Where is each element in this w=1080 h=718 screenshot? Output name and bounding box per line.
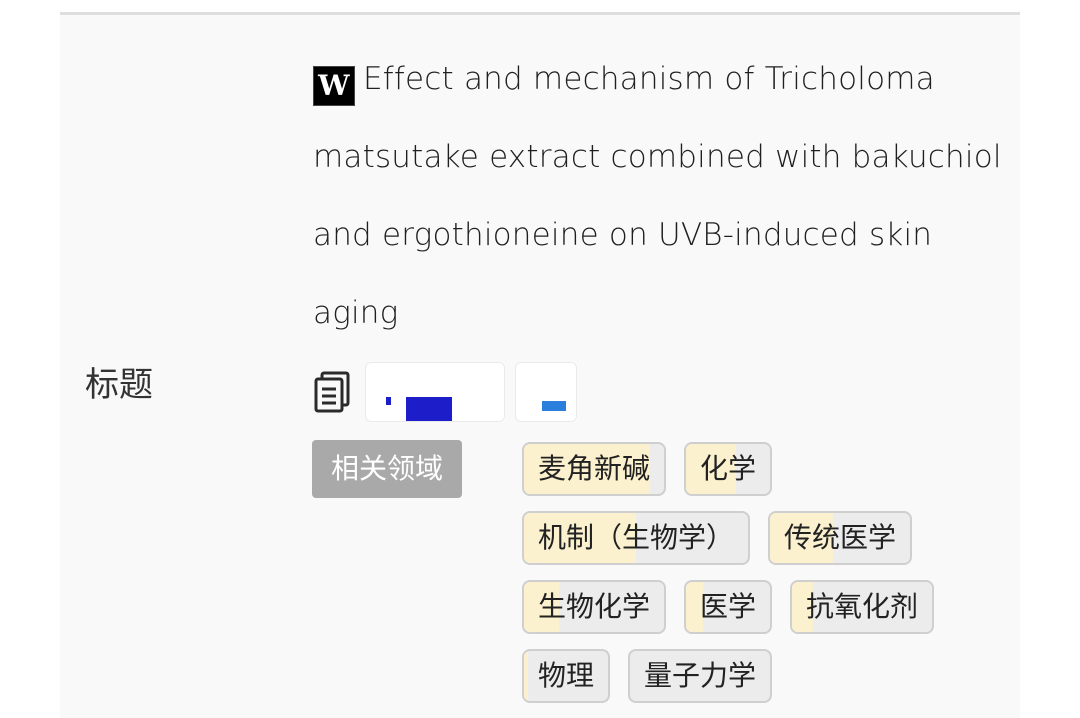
field-tag[interactable]: 量子力学: [628, 649, 773, 703]
title-field: W Effect and mechanism of Tricholoma mats…: [313, 40, 1013, 352]
related-fields-button[interactable]: 相关领域: [312, 440, 462, 498]
field-tag[interactable]: 化学: [684, 442, 773, 496]
field-tag[interactable]: 机制（生物学）: [522, 511, 751, 565]
field-tag[interactable]: 医学: [684, 580, 773, 634]
redacted-action-button[interactable]: [365, 362, 505, 422]
field-label: 标题: [85, 365, 153, 405]
copy-document-icon[interactable]: [313, 370, 353, 414]
wikipedia-w-icon[interactable]: W: [313, 66, 355, 106]
field-tag[interactable]: 抗氧化剂: [790, 580, 935, 634]
field-tag[interactable]: 麦角新碱: [522, 442, 667, 496]
redacted-action-button[interactable]: [515, 362, 577, 422]
field-tag[interactable]: 物理: [522, 649, 611, 703]
field-tag[interactable]: 生物化学: [522, 580, 667, 634]
related-field-tags: 麦角新碱 化学 机制（生物学） 传统医学 生物化学 医学 抗氧化剂 物理 量子力…: [522, 442, 1002, 718]
field-tag[interactable]: 传统医学: [768, 511, 913, 565]
paper-title: Effect and mechanism of Tricholoma matsu…: [313, 61, 1002, 331]
